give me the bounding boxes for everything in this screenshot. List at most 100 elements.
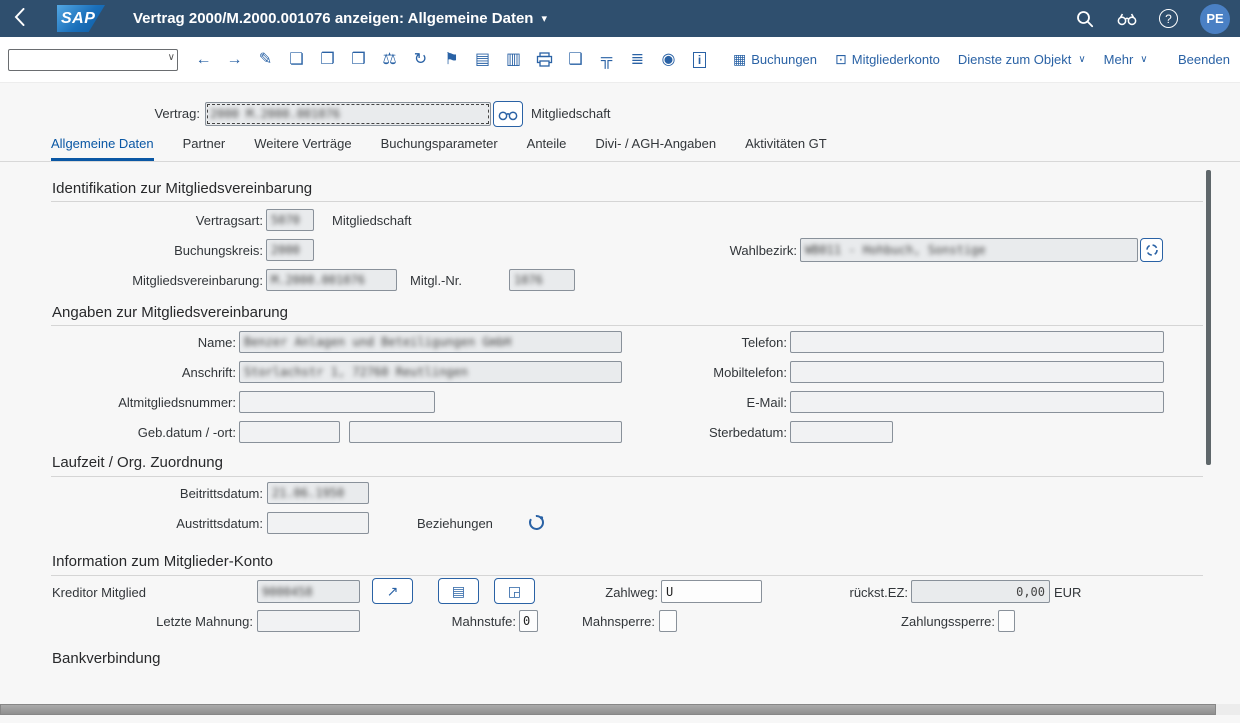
buchungskreis-field[interactable]: 2000 xyxy=(266,239,314,261)
tab-allgemeine-daten[interactable]: Allgemeine Daten xyxy=(51,133,154,161)
kreditor-mitglied-label: Kreditor Mitglied xyxy=(52,585,146,600)
horizontal-scrollbar-track[interactable] xyxy=(0,704,1240,715)
tab-divi-agh-angaben[interactable]: Divi- / AGH-Angaben xyxy=(595,133,716,161)
copy-template-icon[interactable]: ❒ xyxy=(343,37,374,83)
altmitgliedsnummer-field[interactable] xyxy=(239,391,435,413)
document-preview-icon[interactable]: ▥ xyxy=(498,37,529,83)
print-icon[interactable] xyxy=(529,37,560,83)
beitrittsdatum-label: Beitrittsdatum: xyxy=(0,486,263,501)
back-arrow-icon[interactable]: ← xyxy=(188,37,219,83)
milestone-flag-icon[interactable]: ⚑ xyxy=(436,37,467,83)
application-toolbar: ∨ ← → ✎ ❏ ❐ ❒ ⚖ ↻ ⚑ ▤ ▥ ❑ ╦ ≣ ◉ i ▦ Buch… xyxy=(0,37,1240,83)
mitgliedsvereinbarung-field[interactable]: M.2000.001076 xyxy=(266,269,397,291)
wahlbezirk-hierarchy-button[interactable] xyxy=(1140,238,1163,262)
mitgliederkonto-button[interactable]: ⊡ Mitgliederkonto xyxy=(835,51,940,68)
vertrag-field[interactable]: 2000 M.2000.001076 xyxy=(205,102,491,126)
binoculars-icon xyxy=(498,108,518,121)
austrittsdatum-field[interactable] xyxy=(267,512,369,534)
account-exit-button[interactable]: ◲ xyxy=(494,578,535,604)
forward-arrow-icon[interactable]: → xyxy=(219,37,250,83)
wahlbezirk-value: WB011 - Hohbuch, Sonstige xyxy=(805,243,986,257)
rueckstez-field[interactable]: 0,00 xyxy=(911,580,1050,603)
zahlweg-field[interactable]: U xyxy=(661,580,762,603)
org-chart-icon[interactable]: ╦ xyxy=(591,37,622,83)
buchungskreis-value: 2000 xyxy=(271,243,300,257)
payment-arrow-icon: ↗ xyxy=(387,583,399,600)
gebdatum-field[interactable] xyxy=(239,421,340,443)
mobiltelefon-field[interactable] xyxy=(790,361,1164,383)
shell-header: SAP Vertrag 2000/M.2000.001076 anzeigen:… xyxy=(0,0,1240,37)
tab-anteile[interactable]: Anteile xyxy=(527,133,567,161)
navigate-back-button[interactable] xyxy=(0,0,39,37)
buchungskreis-label: Buchungskreis: xyxy=(0,243,263,258)
tab-weitere-vertraege[interactable]: Weitere Verträge xyxy=(254,133,351,161)
austrittsdatum-label: Austrittsdatum: xyxy=(0,516,263,531)
mitglnr-field[interactable]: 1076 xyxy=(509,269,575,291)
tab-buchungsparameter[interactable]: Buchungsparameter xyxy=(381,133,498,161)
mehr-menu[interactable]: Mehr ∨ xyxy=(1104,52,1148,67)
chevron-left-icon xyxy=(14,8,25,26)
command-field[interactable] xyxy=(8,49,178,71)
mahnsperre-field[interactable] xyxy=(659,610,677,632)
user-avatar[interactable]: PE xyxy=(1200,4,1230,34)
telefon-field[interactable] xyxy=(790,331,1164,353)
beitrittsdatum-field[interactable]: 21.06.1950 xyxy=(267,482,369,504)
dienste-zum-objekt-menu[interactable]: Dienste zum Objekt ∨ xyxy=(958,52,1086,67)
email-field[interactable] xyxy=(790,391,1164,413)
refresh-icon[interactable]: ↻ xyxy=(405,37,436,83)
page-title[interactable]: Vertrag 2000/M.2000.001076 anzeigen: All… xyxy=(133,10,547,27)
rueckstez-value: 0,00 xyxy=(1016,585,1045,599)
telefon-label: Telefon: xyxy=(640,335,787,350)
rueckstez-label: rückst.EZ: xyxy=(810,585,908,600)
vertrag-label: Vertrag: xyxy=(0,106,200,121)
cash-journal-button[interactable]: ▤ xyxy=(438,578,479,604)
display-change-icon[interactable]: ✎ xyxy=(250,37,281,83)
sap-application-window: SAP Vertrag 2000/M.2000.001076 anzeigen:… xyxy=(0,0,1240,723)
create-document-icon[interactable]: ❏ xyxy=(281,37,312,83)
name-label: Name: xyxy=(0,335,236,350)
letzte-mahnung-field[interactable] xyxy=(257,610,360,632)
cash-desk-icon[interactable]: ▤ xyxy=(467,37,498,83)
mitgliederkonto-label: Mitgliederkonto xyxy=(852,52,940,67)
name-field[interactable]: Benzer Anlagen und Beteiligungen GmbH xyxy=(239,331,622,353)
anschrift-field[interactable]: Storlachstr 1, 72760 Reutlingen xyxy=(239,361,622,383)
gebort-field[interactable] xyxy=(349,421,622,443)
tab-aktivitaeten-gt[interactable]: Aktivitäten GT xyxy=(745,133,827,161)
anschrift-value: Storlachstr 1, 72760 Reutlingen xyxy=(244,365,468,379)
sort-icon[interactable]: ≣ xyxy=(622,37,653,83)
zahlungssperre-field[interactable] xyxy=(998,610,1015,632)
horizontal-scrollbar-thumb[interactable] xyxy=(0,704,1216,715)
relationship-icon xyxy=(528,514,545,531)
beziehungen-button[interactable] xyxy=(528,514,545,536)
salary-statement-icon[interactable]: ◉ xyxy=(653,37,684,83)
upload-document-icon[interactable]: ❑ xyxy=(560,37,591,83)
kreditor-field[interactable]: 9000458 xyxy=(257,580,360,603)
chevron-down-icon: ∨ xyxy=(1078,54,1085,65)
vertragsart-description: Mitgliedschaft xyxy=(332,213,411,228)
sap-logo: SAP xyxy=(57,5,105,32)
sterbedatum-field[interactable] xyxy=(790,421,893,443)
display-button[interactable] xyxy=(493,101,523,127)
wahlbezirk-field[interactable]: WB011 - Hohbuch, Sonstige xyxy=(800,238,1138,262)
vertrag-value: 2000 M.2000.001076 xyxy=(210,107,340,121)
post-payment-button[interactable]: ↗ xyxy=(372,578,413,604)
mahnstufe-field[interactable]: 0 xyxy=(519,610,538,632)
buchungen-button[interactable]: ▦ Buchungen xyxy=(733,51,817,68)
page-title-text: Vertrag 2000/M.2000.001076 anzeigen: All… xyxy=(133,10,533,27)
anschrift-label: Anschrift: xyxy=(0,365,236,380)
vertical-scrollbar[interactable] xyxy=(1206,170,1211,465)
copy-document-icon[interactable]: ❐ xyxy=(312,37,343,83)
binoculars-icon[interactable] xyxy=(1117,9,1137,29)
tab-partner[interactable]: Partner xyxy=(183,133,226,161)
info-icon[interactable]: i xyxy=(684,37,715,83)
info-icon-glyph: i xyxy=(693,52,706,68)
search-icon[interactable] xyxy=(1075,9,1095,29)
help-icon[interactable]: ? xyxy=(1159,9,1178,28)
scales-icon[interactable]: ⚖ xyxy=(374,37,405,83)
sterbedatum-label: Sterbedatum: xyxy=(640,425,787,440)
beziehungen-label: Beziehungen xyxy=(417,516,493,531)
beenden-button[interactable]: Beenden xyxy=(1178,52,1230,67)
vertragsart-field[interactable]: 5070 xyxy=(266,209,314,231)
letzte-mahnung-label: Letzte Mahnung: xyxy=(100,614,253,629)
section-divider xyxy=(51,476,1203,477)
